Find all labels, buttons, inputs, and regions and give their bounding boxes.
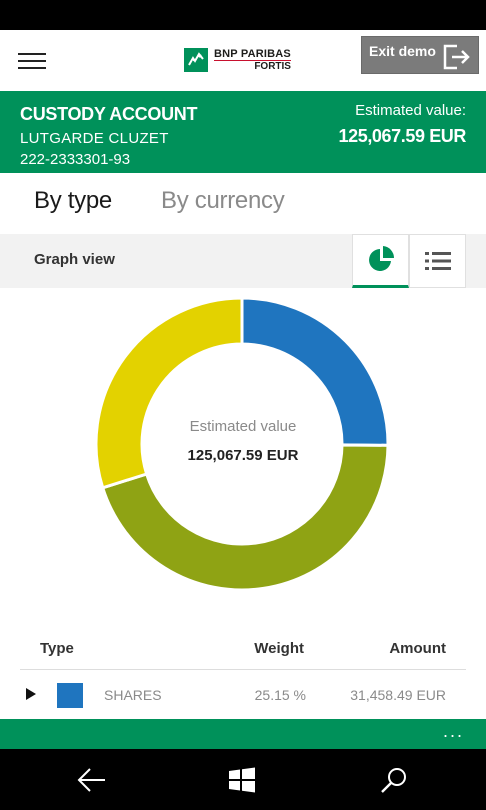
top-bar: BNP PARIBAS FORTIS Exit demo [0,30,486,91]
donut-center-value: 125,067.59 EUR [187,447,299,464]
exit-demo-label: Exit demo [369,43,436,59]
table-header: Type Weight Amount [20,630,466,670]
column-header-type: Type [40,640,74,657]
row-type: SHARES [104,687,162,703]
column-header-amount: Amount [389,640,446,657]
exit-demo-button[interactable]: Exit demo [361,36,479,74]
logo-mark-icon [184,48,208,72]
estimated-value-label: Estimated value: [355,102,466,119]
account-title: CUSTODY ACCOUNT [20,104,198,124]
more-options-button[interactable]: ... [443,721,464,742]
tab-by-currency[interactable]: By currency [161,187,285,215]
color-swatch [57,683,83,708]
system-nav-bar [0,749,486,810]
search-button[interactable] [378,764,410,796]
pie-chart-icon [368,246,394,271]
bnp-paribas-fortis-logo: BNP PARIBAS FORTIS [184,48,291,72]
account-number: 222-2333301-93 [20,151,131,168]
logo-line1: BNP PARIBAS [214,47,291,60]
account-banner: CUSTODY ACCOUNT LUTGARDE CLUZET 222-2333… [0,91,486,173]
list-icon [424,252,451,270]
logo-line2: FORTIS [214,59,291,72]
view-switcher-bar: Graph view [0,234,486,288]
tab-bar: By type By currency [0,173,486,234]
status-bar [0,0,486,30]
expand-arrow-icon[interactable] [26,688,36,700]
row-amount: 31,458.49 EUR [350,687,446,703]
account-holder: LUTGARDE CLUZET [20,130,169,147]
row-weight: 25.15 % [254,687,306,703]
back-button[interactable] [76,764,108,796]
windows-logo-icon [229,767,255,793]
tab-by-type[interactable]: By type [34,187,112,215]
back-arrow-icon [77,768,105,792]
donut-chart: Estimated value 125,067.59 EUR [0,288,486,618]
graph-view-toggle[interactable] [352,234,409,288]
donut-center-label: Estimated value [189,418,297,435]
list-view-toggle[interactable] [409,234,466,288]
graph-view-label: Graph view [34,251,115,268]
exit-icon [443,44,470,70]
table-row[interactable]: SHARES 25.15 % 31,458.49 EUR [20,671,466,719]
home-button[interactable] [226,764,258,796]
app-bar: ... [0,719,486,749]
column-header-weight: Weight [254,640,304,657]
search-icon [381,768,406,793]
hamburger-icon[interactable] [18,53,46,69]
donut-center: Estimated value 125,067.59 EUR [143,418,343,464]
estimated-value-amount: 125,067.59 EUR [338,126,467,146]
